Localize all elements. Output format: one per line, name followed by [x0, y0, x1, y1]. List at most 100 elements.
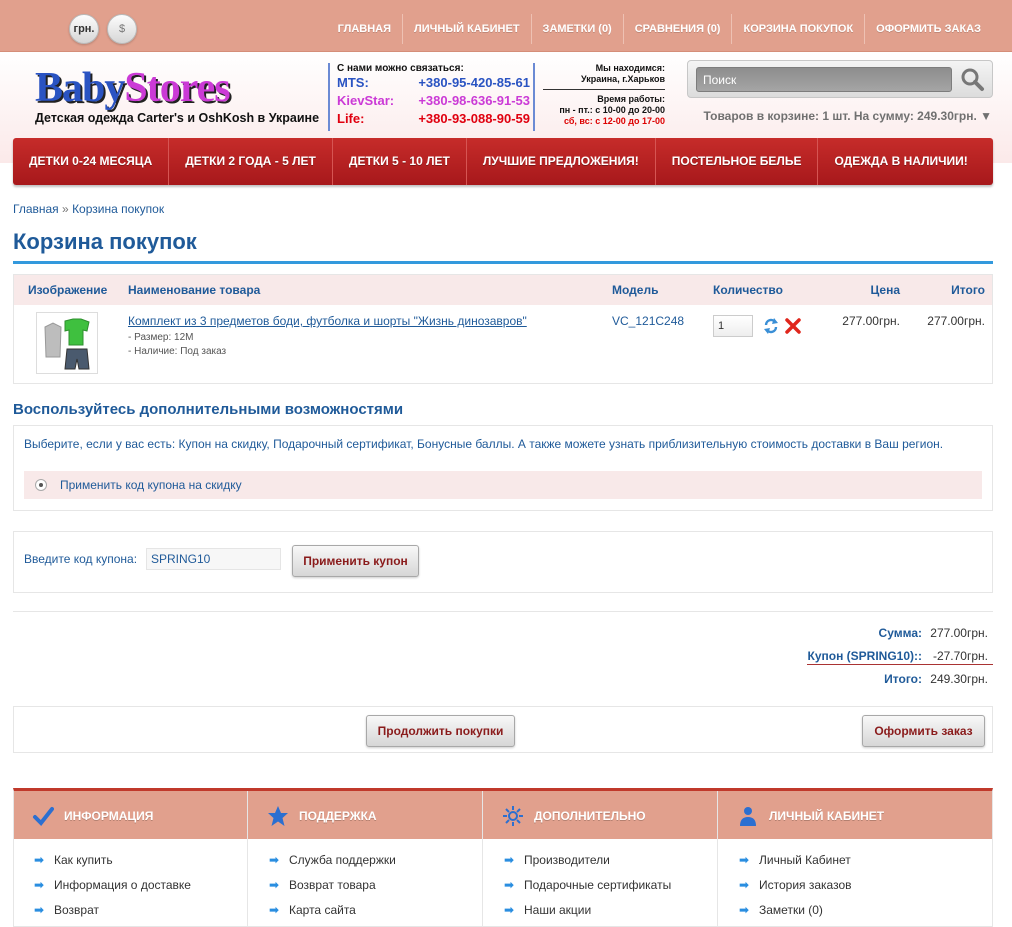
- topnav-compare[interactable]: Сравнения (0): [622, 14, 732, 44]
- topnav-cart[interactable]: Корзина покупок: [731, 14, 864, 44]
- product-total: 277.00грн.: [927, 314, 985, 328]
- footer-col-support: Поддержка ➡ Служба поддержки ➡ Возврат тов…: [249, 791, 483, 927]
- mainnav-bedding[interactable]: Постельное белье: [656, 138, 819, 185]
- coupon-label: Введите код купона:: [24, 552, 138, 566]
- site-logo[interactable]: BabyStores: [35, 67, 231, 109]
- star-icon: [267, 805, 289, 827]
- footer-title-extra: Дополнительно: [534, 809, 646, 823]
- product-name-link[interactable]: Комплект из 3 предметов боди, футболка и…: [128, 314, 527, 328]
- coupon-box: Введите код купона: SPRING10 Применить к…: [13, 531, 993, 593]
- col-price: Цена: [870, 283, 900, 297]
- product-thumbnail[interactable]: [36, 312, 98, 374]
- sparkle-icon: [502, 805, 524, 827]
- breadcrumb-separator: »: [62, 202, 69, 216]
- hours-weekdays: пн - пт.: с 10-00 до 20-00: [559, 105, 665, 115]
- remove-icon[interactable]: [784, 317, 802, 335]
- footer-link[interactable]: ➡ Возврат товара: [269, 878, 396, 903]
- mainnav-2-5[interactable]: Детки 2 года - 5 лет: [169, 138, 333, 185]
- phone-kievstar: KievStar: +380-98-636-91-53: [337, 93, 530, 108]
- mainnav-5-10[interactable]: Детки 5 - 10 лет: [333, 138, 467, 185]
- col-image: Изображение: [28, 283, 108, 297]
- location-city: Украина, г.Харьков: [580, 74, 665, 84]
- footer-link[interactable]: ➡ Служба поддержки: [269, 853, 396, 878]
- breadcrumb-current[interactable]: Корзина покупок: [72, 202, 164, 216]
- continue-shopping-button[interactable]: Продолжить покупки: [366, 715, 515, 747]
- arrow-right-icon: ➡: [34, 853, 45, 867]
- coupon-option-label: Применить код купона на скидку: [60, 478, 242, 492]
- sum-value: 277.00грн.: [930, 626, 988, 640]
- mainnav-best-offers[interactable]: Лучшие предложения!: [467, 138, 656, 185]
- col-model: Модель: [612, 283, 659, 297]
- location-block: Мы находимся: Украина, г.Харьков Время р…: [533, 63, 665, 131]
- arrow-right-icon: ➡: [34, 903, 45, 917]
- quantity-input[interactable]: 1: [713, 315, 753, 337]
- footer-col-account: Личный Кабинет ➡ Личный Кабинет ➡ История …: [719, 791, 953, 927]
- page-title: Корзина покупок: [13, 229, 197, 254]
- footer-title-info: Информация: [64, 809, 154, 823]
- refresh-icon[interactable]: [762, 317, 780, 335]
- grand-total-label: Итого:: [884, 672, 922, 686]
- product-price: 277.00грн.: [842, 314, 900, 328]
- arrow-right-icon: ➡: [739, 878, 750, 892]
- product-availability: - Наличие: Под заказ: [128, 346, 227, 357]
- footer-title-account: Личный Кабинет: [769, 809, 885, 823]
- discount-underline: [807, 664, 993, 665]
- breadcrumb: Главная » Корзина покупок: [13, 202, 164, 216]
- currency-uah-button[interactable]: грн.: [69, 14, 99, 44]
- apply-coupon-button[interactable]: Применить купон: [292, 545, 419, 577]
- contacts-block: С нами можно связаться: MTS: +380-95-420-…: [328, 63, 530, 131]
- mainnav-in-stock[interactable]: Одежда в наличии!: [818, 138, 983, 185]
- footer-link[interactable]: ➡ Как купить: [34, 853, 191, 878]
- coupon-discount-label: Купон (SPRING10)::: [807, 649, 923, 663]
- main-nav: Детки 0-24 месяца Детки 2 года - 5 лет Д…: [13, 138, 993, 185]
- footer-link[interactable]: ➡ Карта сайта: [269, 903, 396, 927]
- search-input[interactable]: Поиск: [696, 67, 952, 92]
- top-nav: Главная Личный кабинет Заметки (0) Сравн…: [327, 14, 992, 44]
- phone-mts: MTS: +380-95-420-85-61: [337, 75, 530, 90]
- title-underline: [13, 261, 993, 264]
- currency-usd-button[interactable]: $: [107, 14, 137, 44]
- coupon-discount-value: -27.70грн.: [932, 649, 988, 663]
- footer-link[interactable]: ➡ Подарочные сертификаты: [504, 878, 671, 903]
- col-total: Итого: [951, 283, 985, 297]
- options-box: Выберите, если у вас есть: Купон на скид…: [13, 425, 993, 511]
- arrow-right-icon: ➡: [739, 853, 750, 867]
- search-box: Поиск: [687, 60, 993, 98]
- sum-label: Сумма:: [878, 626, 922, 640]
- footer-link[interactable]: ➡ Личный Кабинет: [739, 853, 852, 878]
- topnav-wishlist[interactable]: Заметки (0): [530, 14, 623, 44]
- location-divider: [543, 89, 665, 90]
- tagline: Детская одежда Carter's и OshKosh в Укра…: [35, 111, 320, 125]
- footer-link[interactable]: ➡ История заказов: [739, 878, 852, 903]
- arrow-right-icon: ➡: [269, 903, 280, 917]
- footer-link[interactable]: ➡ Заметки (0): [739, 903, 852, 927]
- coupon-input[interactable]: SPRING10: [146, 548, 281, 570]
- top-bar: грн. $ Главная Личный кабинет Заметки (0…: [0, 0, 1012, 52]
- footer-link[interactable]: ➡ Возврат: [34, 903, 191, 927]
- col-qty: Количество: [713, 283, 783, 297]
- contacts-title: С нами можно связаться:: [337, 63, 464, 74]
- topnav-checkout[interactable]: Оформить заказ: [864, 14, 992, 44]
- phone-life: Life: +380-93-088-90-59: [337, 111, 530, 126]
- footer-link[interactable]: ➡ Информация о доставке: [34, 878, 191, 903]
- footer-link[interactable]: ➡ Производители: [504, 853, 671, 878]
- topnav-account[interactable]: Личный кабинет: [402, 14, 531, 44]
- topnav-home[interactable]: Главная: [327, 14, 402, 44]
- cart-table-header: Изображение Наименование товара Модель К…: [14, 275, 992, 305]
- options-title: Воспользуйтесь дополнительными возможнос…: [13, 401, 404, 418]
- coupon-option[interactable]: Применить код купона на скидку: [24, 471, 982, 499]
- search-icon[interactable]: [958, 65, 986, 93]
- coupon-option-radio[interactable]: [35, 479, 47, 491]
- cart-actions: Продолжить покупки Оформить заказ: [13, 706, 993, 753]
- checkout-button[interactable]: Оформить заказ: [862, 715, 985, 747]
- breadcrumb-home[interactable]: Главная: [13, 202, 59, 216]
- mainnav-0-24[interactable]: Детки 0-24 месяца: [13, 138, 170, 185]
- arrow-right-icon: ➡: [34, 878, 45, 892]
- options-description: Выберите, если у вас есть: Купон на скид…: [24, 437, 944, 451]
- arrow-right-icon: ➡: [739, 903, 750, 917]
- cart-table: Изображение Наименование товара Модель К…: [13, 274, 993, 384]
- checkmark-icon: [32, 805, 54, 827]
- arrow-right-icon: ➡: [269, 853, 280, 867]
- footer-link[interactable]: ➡ Наши акции: [504, 903, 671, 927]
- cart-summary[interactable]: Товаров в корзине: 1 шт. На сумму: 249.3…: [704, 109, 992, 123]
